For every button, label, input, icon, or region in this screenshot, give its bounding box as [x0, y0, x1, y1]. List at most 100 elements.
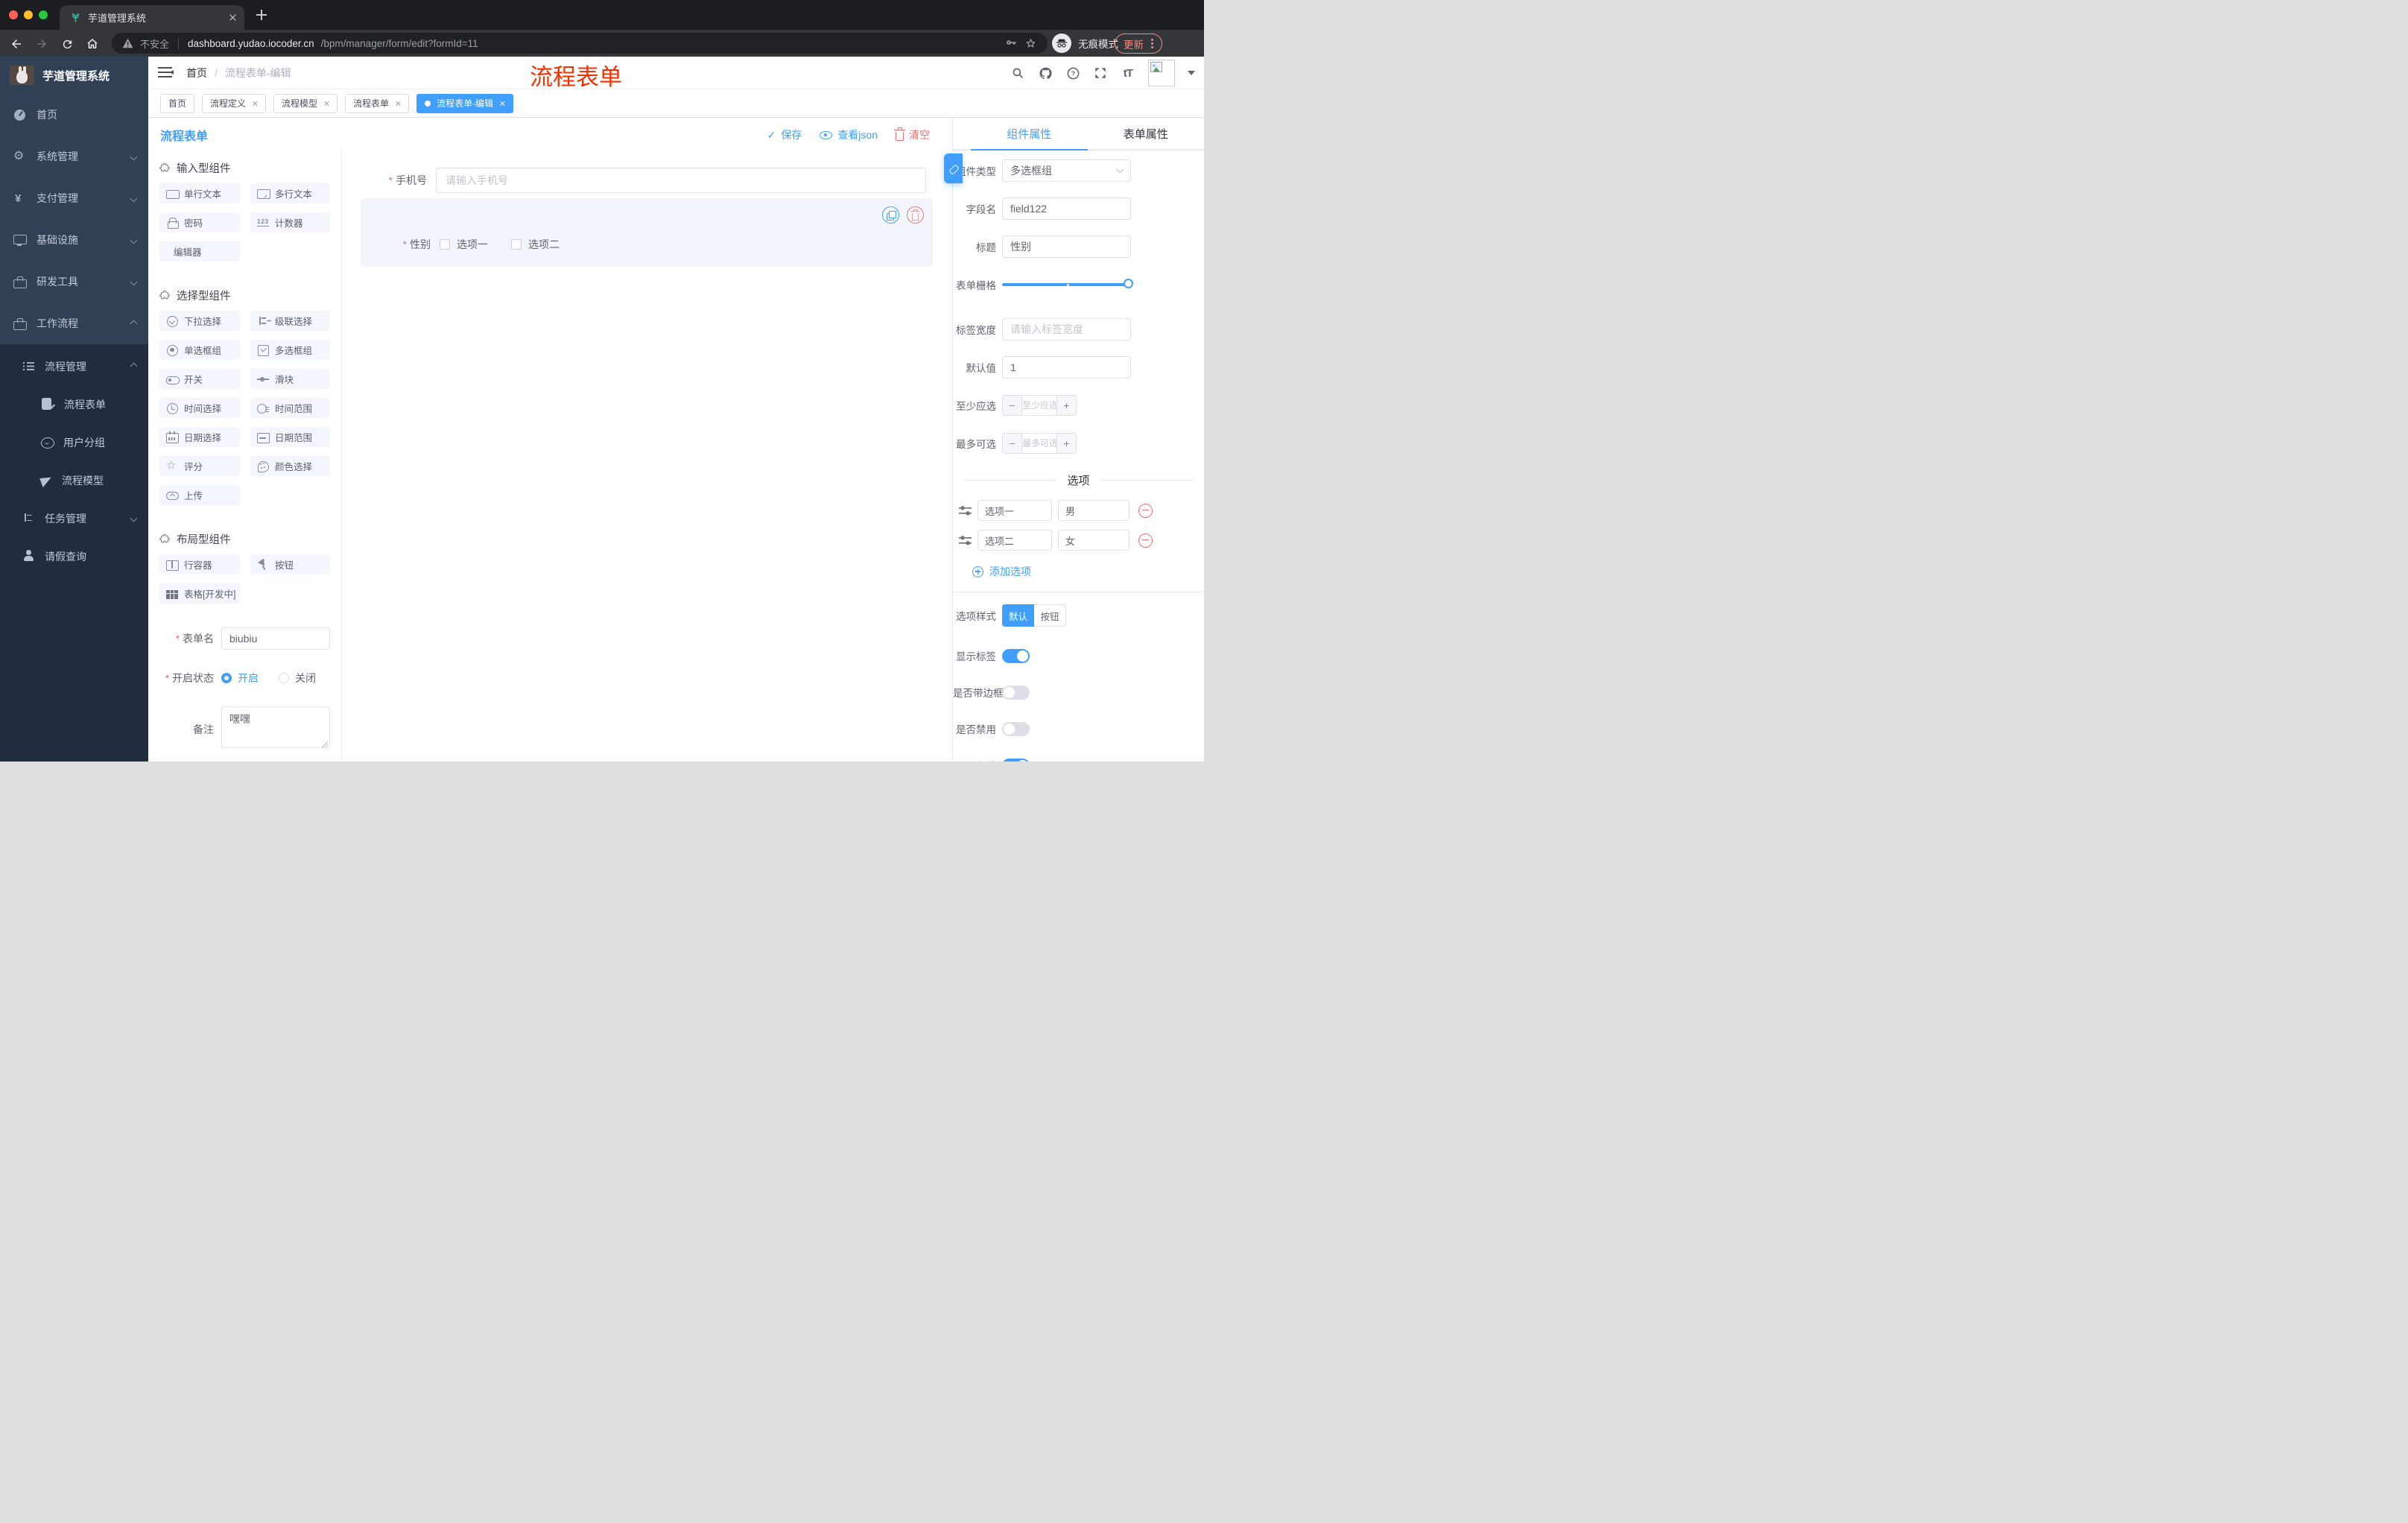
label-width-input[interactable] [1002, 318, 1131, 341]
sidebar-item-payment[interactable]: 支付管理 [0, 177, 148, 219]
browser-tab[interactable]: 芋道管理系统 [60, 5, 244, 30]
clear-button[interactable]: 清空 [893, 127, 930, 142]
option-1-label-input[interactable] [978, 500, 1052, 521]
close-icon[interactable] [323, 101, 329, 107]
component-button[interactable]: 按钮 [250, 554, 330, 574]
radio-on-label[interactable]: 开启 [238, 671, 259, 685]
component-rate[interactable]: 评分 [159, 456, 240, 476]
gender-option-1[interactable]: 选项一 [440, 237, 488, 252]
component-time-picker[interactable]: 时间选择 [159, 398, 240, 418]
selected-component-block[interactable]: 性别 选项一 选项二 [361, 198, 933, 267]
minimize-window-button[interactable] [24, 10, 33, 19]
avatar-dropdown-icon[interactable] [1188, 71, 1195, 75]
component-date-picker[interactable]: 日期选择 [159, 427, 240, 447]
checkbox[interactable] [440, 239, 450, 250]
decrease-button[interactable]: − [1003, 434, 1022, 453]
back-button[interactable] [9, 37, 24, 51]
form-canvas[interactable]: 手机号 性别 选项一 选项二 [342, 152, 952, 762]
title-input[interactable] [1002, 235, 1131, 258]
form-remark-textarea[interactable]: 嘿嘿 [221, 706, 330, 748]
canvas-gender-field[interactable]: 性别 选项一 选项二 [361, 232, 933, 256]
zoom-window-button[interactable] [39, 10, 48, 19]
sidebar-item-workflow[interactable]: 工作流程 [0, 303, 148, 344]
component-checkbox-group[interactable]: 多选框组 [250, 340, 330, 360]
sidebar-logo[interactable]: 芋道管理系统 [0, 57, 148, 94]
component-dropdown[interactable]: 下拉选择 [159, 311, 240, 331]
route-tab-home[interactable]: 首页 [160, 93, 195, 113]
component-color-picker[interactable]: 颜色选择 [250, 456, 330, 476]
component-table-dev[interactable]: 表格[开发中] [159, 583, 240, 604]
show-label-toggle[interactable] [1002, 648, 1030, 663]
browser-menu-dots-icon[interactable] [1151, 42, 1153, 45]
border-toggle[interactable] [1002, 685, 1030, 700]
browser-update-button[interactable]: 更新 [1115, 34, 1162, 54]
component-counter[interactable]: 计数器 [250, 212, 330, 232]
close-window-button[interactable] [9, 10, 18, 19]
view-json-button[interactable]: 查看json [820, 127, 878, 142]
default-value-input[interactable] [1002, 356, 1131, 379]
field-name-input[interactable] [1002, 197, 1131, 220]
route-tab-process-form-edit[interactable]: 流程表单-编辑 [416, 93, 514, 113]
component-single-line-text[interactable]: 单行文本 [159, 183, 240, 203]
gender-option-2[interactable]: 选项二 [511, 237, 560, 252]
route-tab-process-form[interactable]: 流程表单 [345, 93, 410, 113]
increase-button[interactable]: + [1056, 396, 1076, 415]
forward-button[interactable] [34, 37, 49, 51]
tab-close-icon[interactable] [229, 13, 237, 22]
reload-button[interactable] [60, 37, 75, 51]
font-size-icon[interactable]: tT [1121, 66, 1135, 80]
decrease-button[interactable]: − [1003, 396, 1022, 415]
radio-on[interactable] [221, 673, 232, 683]
close-icon[interactable] [499, 101, 505, 107]
address-bar[interactable]: 不安全 dashboard.yudao.iocoder.cn/bpm/manag… [112, 33, 1048, 54]
new-tab-button[interactable] [256, 10, 267, 20]
option-2-label-input[interactable] [978, 530, 1052, 551]
sidebar-item-infrastructure[interactable]: 基础设施 [0, 219, 148, 261]
help-icon[interactable]: ? [1065, 66, 1080, 80]
bookmark-star-icon[interactable] [1024, 37, 1037, 50]
max-input[interactable] [1022, 434, 1056, 453]
component-cascader[interactable]: 级联选择 [250, 311, 330, 331]
avatar[interactable] [1148, 60, 1175, 86]
sidebar-item-process-model[interactable]: 流程模型 [0, 461, 148, 499]
tab-form-props[interactable]: 表单属性 [1088, 118, 1205, 149]
radio-off[interactable] [279, 673, 289, 683]
github-icon[interactable] [1038, 66, 1053, 80]
sidebar-item-process-form[interactable]: 流程表单 [0, 385, 148, 423]
resize-grip-icon[interactable] [322, 741, 328, 747]
component-radio-group[interactable]: 单选框组 [159, 340, 240, 360]
sidebar-item-system[interactable]: 系统管理 [0, 136, 148, 177]
component-switch[interactable]: 开关 [159, 369, 240, 389]
sidebar-item-home[interactable]: 首页 [0, 94, 148, 136]
style-button-button[interactable]: 按钮 [1034, 604, 1066, 627]
remove-option-icon[interactable] [1138, 503, 1153, 518]
close-icon[interactable] [395, 101, 401, 107]
option-2-value-input[interactable] [1058, 530, 1129, 551]
tab-component-props[interactable]: 组件属性 [971, 118, 1088, 151]
link-tab[interactable] [944, 153, 963, 183]
increase-button[interactable]: + [1056, 434, 1076, 453]
delete-component-button[interactable] [907, 206, 924, 224]
drag-handle-icon[interactable] [959, 505, 972, 516]
home-button[interactable] [85, 37, 100, 51]
route-tab-process-def[interactable]: 流程定义 [202, 93, 267, 113]
collapse-sidebar-icon[interactable] [158, 67, 174, 78]
radio-off-label[interactable]: 关闭 [295, 671, 316, 685]
required-toggle[interactable] [1002, 758, 1030, 762]
component-date-range[interactable]: 日期范围 [250, 427, 330, 447]
add-option-button[interactable]: 添加选项 [972, 564, 1204, 579]
component-multi-line-text[interactable]: 多行文本 [250, 183, 330, 203]
component-upload[interactable]: 上传 [159, 485, 240, 505]
disabled-toggle[interactable] [1002, 721, 1030, 736]
remove-option-icon[interactable] [1138, 533, 1153, 548]
component-slider[interactable]: 滑块 [250, 369, 330, 389]
route-tab-process-model[interactable]: 流程模型 [273, 93, 338, 113]
breadcrumb-home[interactable]: 首页 [186, 66, 207, 80]
sidebar-item-leave-query[interactable]: 请假查询 [0, 537, 148, 575]
drag-handle-icon[interactable] [959, 535, 972, 545]
sidebar-item-task-mgmt[interactable]: 任务管理 [0, 499, 148, 537]
canvas-phone-field[interactable]: 手机号 [342, 168, 926, 193]
password-key-icon[interactable] [1005, 37, 1018, 50]
slider-handle[interactable] [1124, 279, 1133, 288]
component-row-container[interactable]: 行容器 [159, 554, 240, 574]
